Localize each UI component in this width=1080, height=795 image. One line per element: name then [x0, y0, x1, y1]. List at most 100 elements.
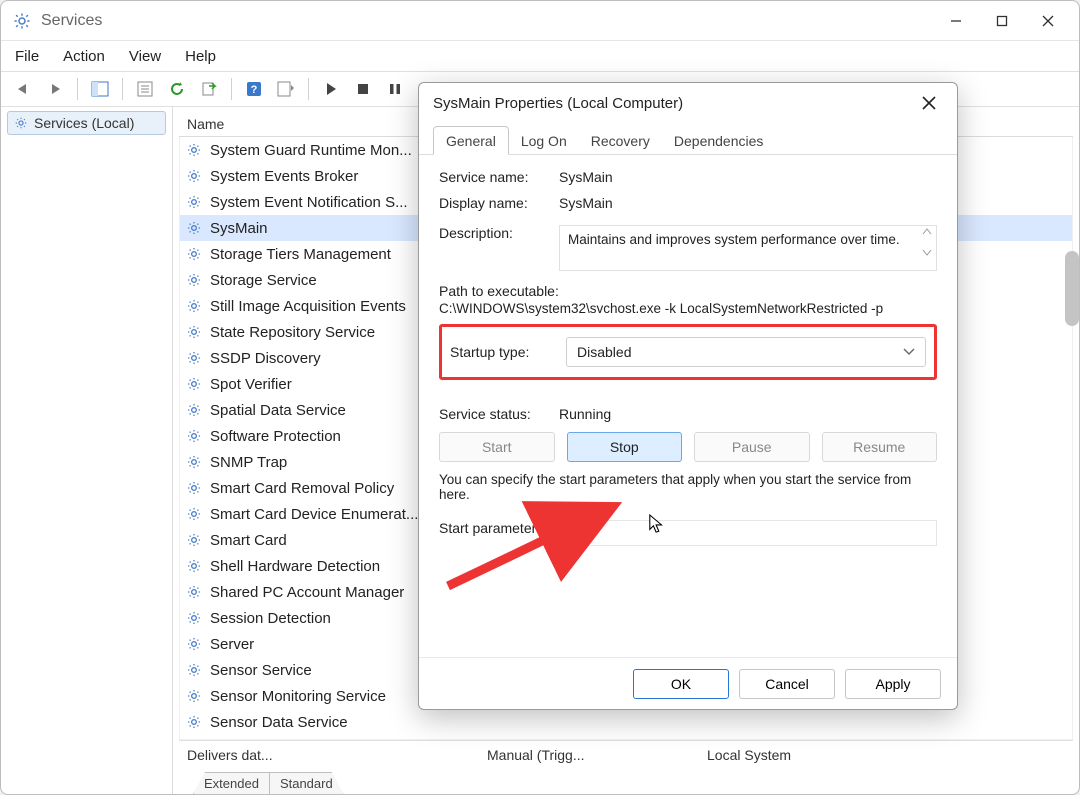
- window-title: Services: [41, 12, 102, 30]
- detail-startup: Manual (Trigg...: [487, 747, 667, 763]
- label-description: Description:: [439, 225, 559, 241]
- view-tabs: Extended Standard: [179, 768, 1073, 794]
- properties-icon[interactable]: [131, 75, 159, 103]
- maximize-button[interactable]: [979, 3, 1025, 39]
- menu-help[interactable]: Help: [185, 48, 216, 65]
- gear-icon: [186, 168, 202, 184]
- service-name: State Repository Service: [210, 324, 375, 341]
- detail-row: Delivers dat... Manual (Trigg... Local S…: [179, 740, 1073, 768]
- scrollbar-thumb[interactable]: [1065, 251, 1079, 326]
- dialog-title: SysMain Properties (Local Computer): [433, 95, 683, 112]
- service-name: SNMP Trap: [210, 454, 287, 471]
- service-name: System Events Broker: [210, 168, 358, 185]
- show-hide-icon[interactable]: [86, 75, 114, 103]
- tree-services-local[interactable]: Services (Local): [7, 111, 166, 135]
- tree-label: Services (Local): [34, 115, 134, 131]
- value-startup: Disabled: [577, 344, 631, 360]
- gear-icon: [186, 636, 202, 652]
- gear-icon: [186, 454, 202, 470]
- gear-icon: [186, 584, 202, 600]
- gear-icon: [14, 116, 28, 130]
- titlebar: Services: [1, 1, 1079, 41]
- service-name: Smart Card: [210, 532, 287, 549]
- label-service-name: Service name:: [439, 169, 559, 185]
- tab-standard[interactable]: Standard: [269, 772, 344, 794]
- tab-extended[interactable]: Extended: [193, 772, 270, 794]
- refresh-icon[interactable]: [163, 75, 191, 103]
- tab-recovery[interactable]: Recovery: [579, 127, 662, 154]
- minimize-button[interactable]: [933, 3, 979, 39]
- left-pane: Services (Local): [1, 107, 173, 794]
- gear-icon: [186, 688, 202, 704]
- back-icon[interactable]: [9, 75, 37, 103]
- service-name: Spatial Data Service: [210, 402, 346, 419]
- gear-icon: [186, 194, 202, 210]
- gear-icon: [186, 142, 202, 158]
- properties-dialog: SysMain Properties (Local Computer) Gene…: [418, 82, 958, 710]
- label-startup: Startup type:: [450, 344, 566, 360]
- gear-icon: [186, 298, 202, 314]
- chevron-down-icon: [903, 348, 915, 356]
- service-row[interactable]: Sensor Data Service: [180, 709, 1072, 735]
- service-name: Sensor Data Service: [210, 714, 348, 731]
- gear-icon: [186, 246, 202, 262]
- stop-button[interactable]: Stop: [567, 432, 683, 462]
- export-icon[interactable]: [195, 75, 223, 103]
- pause-button[interactable]: Pause: [694, 432, 810, 462]
- service-name: Spot Verifier: [210, 376, 292, 393]
- service-name: Shared PC Account Manager: [210, 584, 404, 601]
- gear-icon: [186, 220, 202, 236]
- tab-dependencies[interactable]: Dependencies: [662, 127, 776, 154]
- gear-icon: [186, 558, 202, 574]
- value-path: C:\WINDOWS\system32\svchost.exe -k Local…: [439, 301, 937, 316]
- startup-type-select[interactable]: Disabled: [566, 337, 926, 367]
- detail-logon: Local System: [707, 747, 791, 763]
- menu-action[interactable]: Action: [63, 48, 105, 65]
- value-service-name: SysMain: [559, 169, 937, 185]
- col-name[interactable]: Name: [187, 116, 224, 132]
- apply-button[interactable]: Apply: [845, 669, 941, 699]
- view-icon[interactable]: [272, 75, 300, 103]
- detail-description: Delivers dat...: [187, 747, 447, 763]
- service-name: Storage Service: [210, 272, 317, 289]
- label-path: Path to executable:: [439, 283, 937, 299]
- description-box[interactable]: Maintains and improves system performanc…: [559, 225, 937, 271]
- value-description: Maintains and improves system performanc…: [568, 232, 900, 247]
- pause-icon[interactable]: [381, 75, 409, 103]
- play-icon[interactable]: [317, 75, 345, 103]
- ok-button[interactable]: OK: [633, 669, 729, 699]
- menu-file[interactable]: File: [15, 48, 39, 65]
- dialog-footer: OK Cancel Apply: [419, 657, 957, 709]
- cancel-button[interactable]: Cancel: [739, 669, 835, 699]
- dialog-tabs: General Log On Recovery Dependencies: [419, 123, 957, 155]
- tab-general[interactable]: General: [433, 126, 509, 155]
- tab-logon[interactable]: Log On: [509, 127, 579, 154]
- label-status: Service status:: [439, 406, 559, 422]
- hint-text: You can specify the start parameters tha…: [439, 472, 937, 502]
- svg-text:?: ?: [251, 84, 258, 96]
- menubar: File Action View Help: [1, 41, 1079, 71]
- service-name: Smart Card Removal Policy: [210, 480, 394, 497]
- stop-icon[interactable]: [349, 75, 377, 103]
- forward-icon[interactable]: [41, 75, 69, 103]
- gear-icon: [186, 480, 202, 496]
- scroll-down-icon[interactable]: [922, 249, 932, 256]
- help-icon[interactable]: ?: [240, 75, 268, 103]
- menu-view[interactable]: View: [129, 48, 161, 65]
- close-button[interactable]: [1025, 3, 1071, 39]
- gear-icon: [186, 428, 202, 444]
- gear-icon: [186, 376, 202, 392]
- resume-button[interactable]: Resume: [822, 432, 938, 462]
- gear-icon: [186, 662, 202, 678]
- startup-type-row: Startup type: Disabled: [439, 324, 937, 380]
- scroll-up-icon[interactable]: [922, 228, 932, 235]
- dialog-close-button[interactable]: [911, 88, 947, 118]
- start-params-input[interactable]: [559, 520, 937, 546]
- service-name: Server: [210, 636, 254, 653]
- dialog-titlebar: SysMain Properties (Local Computer): [419, 83, 957, 123]
- service-name: System Event Notification S...: [210, 194, 408, 211]
- start-button[interactable]: Start: [439, 432, 555, 462]
- service-name: Storage Tiers Management: [210, 246, 391, 263]
- service-name: Session Detection: [210, 610, 331, 627]
- gear-icon: [186, 714, 202, 730]
